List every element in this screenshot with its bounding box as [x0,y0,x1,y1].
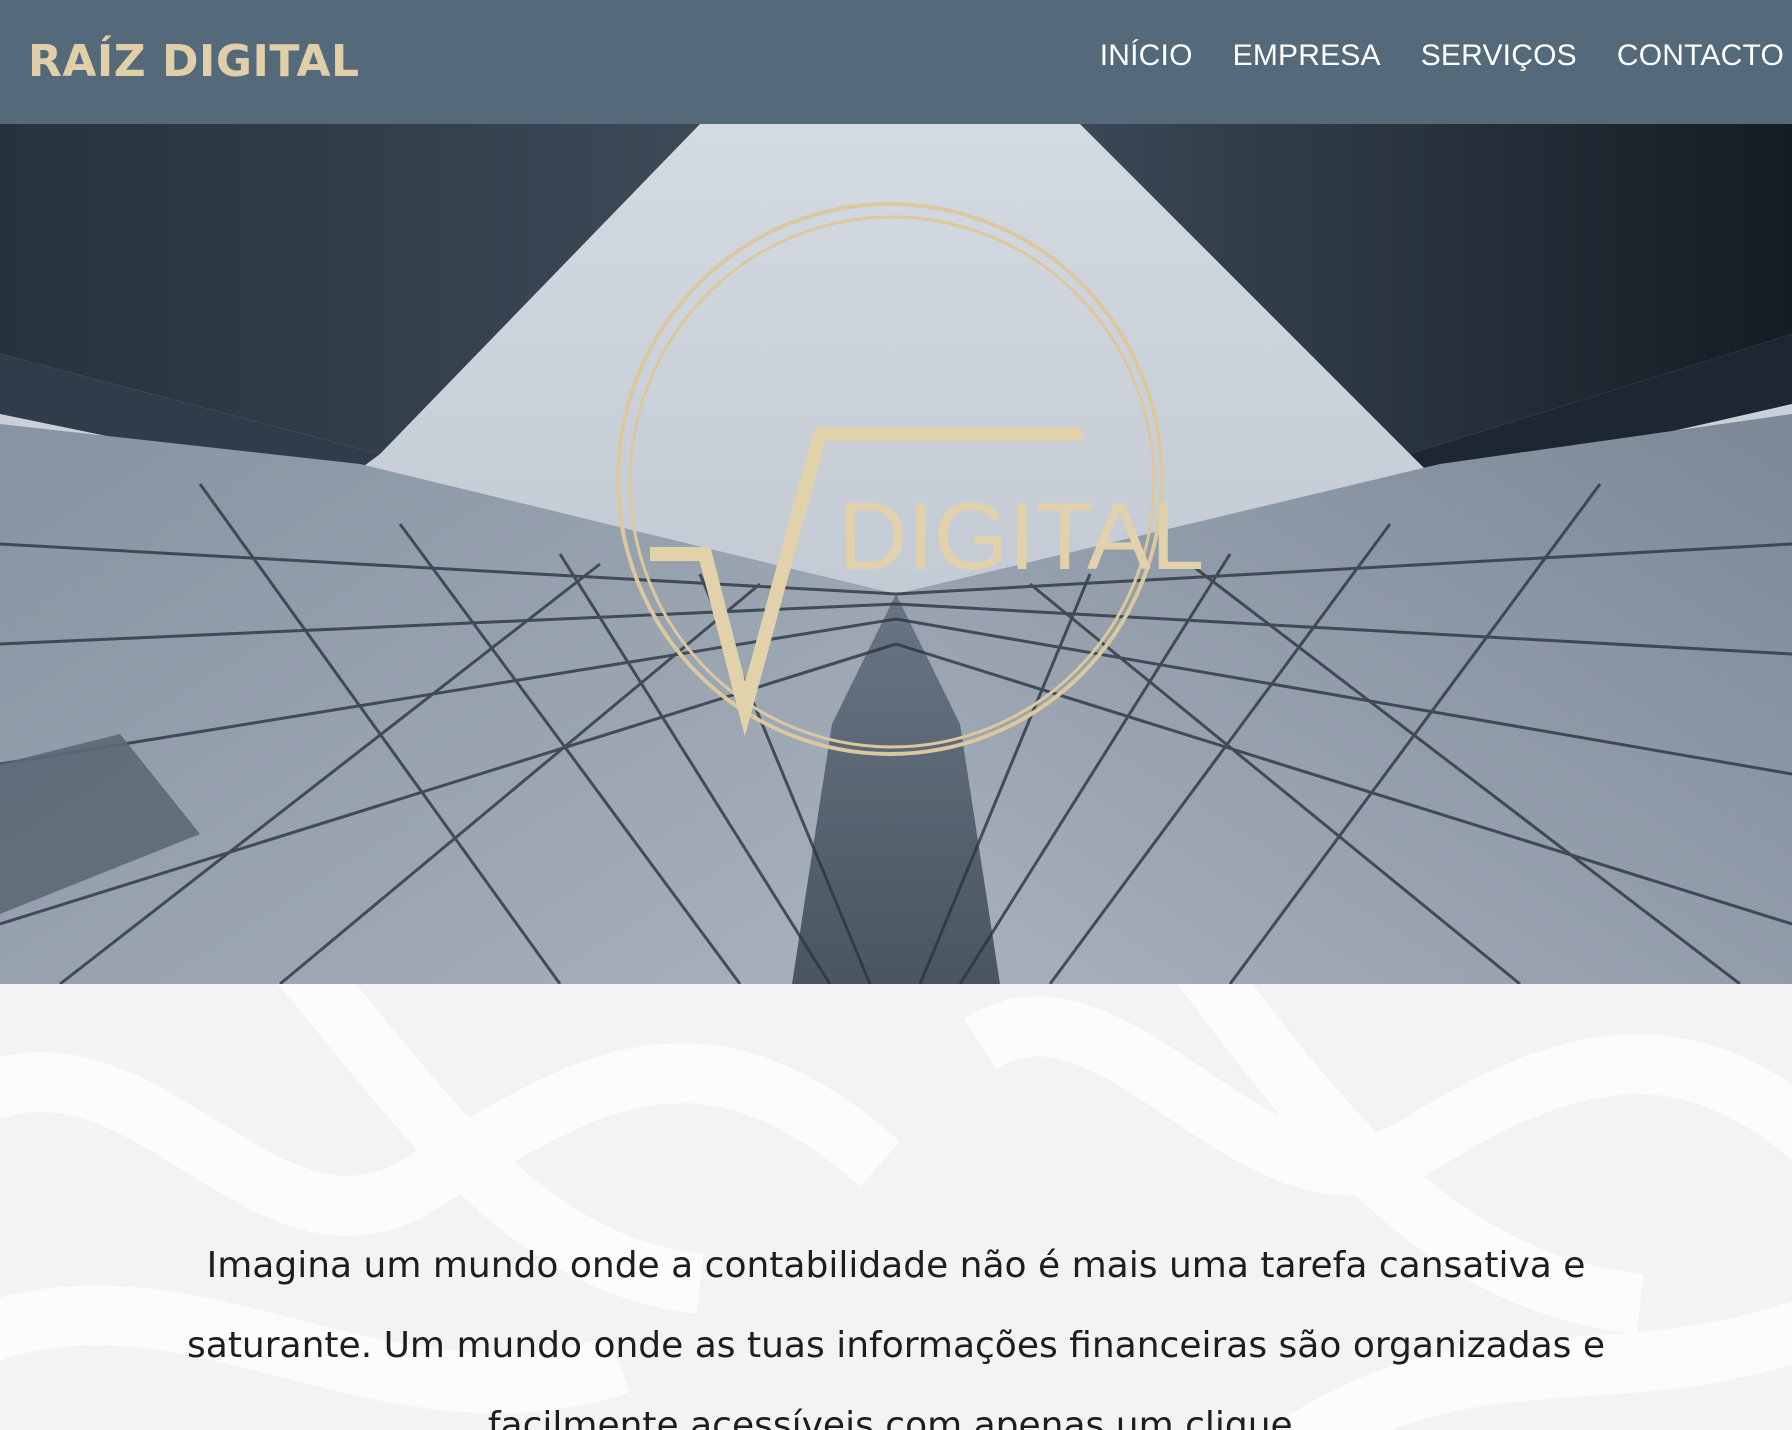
site-header: RAÍZ DIGITAL INÍCIO EMPRESA SERVIÇOS CON… [0,0,1792,124]
hero-logo-text: DIGITAL [838,483,1204,590]
main-nav: INÍCIO EMPRESA SERVIÇOS CONTACTO [1060,34,1792,78]
intro-paragraph: Imagina um mundo onde a contabilidade nã… [187,1245,1605,1430]
hero-banner: DIGITAL [0,124,1792,984]
site-logo-text[interactable]: RAÍZ DIGITAL [28,36,360,87]
nav-item-empresa[interactable]: EMPRESA [1233,39,1381,73]
page: RAÍZ DIGITAL INÍCIO EMPRESA SERVIÇOS CON… [0,0,1792,1430]
nav-item-inicio[interactable]: INÍCIO [1100,39,1193,73]
nav-item-contacto[interactable]: CONTACTO [1617,39,1784,73]
intro-section: Imagina um mundo onde a contabilidade nã… [0,984,1792,1430]
hero-building-image: DIGITAL [0,124,1792,984]
nav-item-servicos[interactable]: SERVIÇOS [1421,39,1577,73]
